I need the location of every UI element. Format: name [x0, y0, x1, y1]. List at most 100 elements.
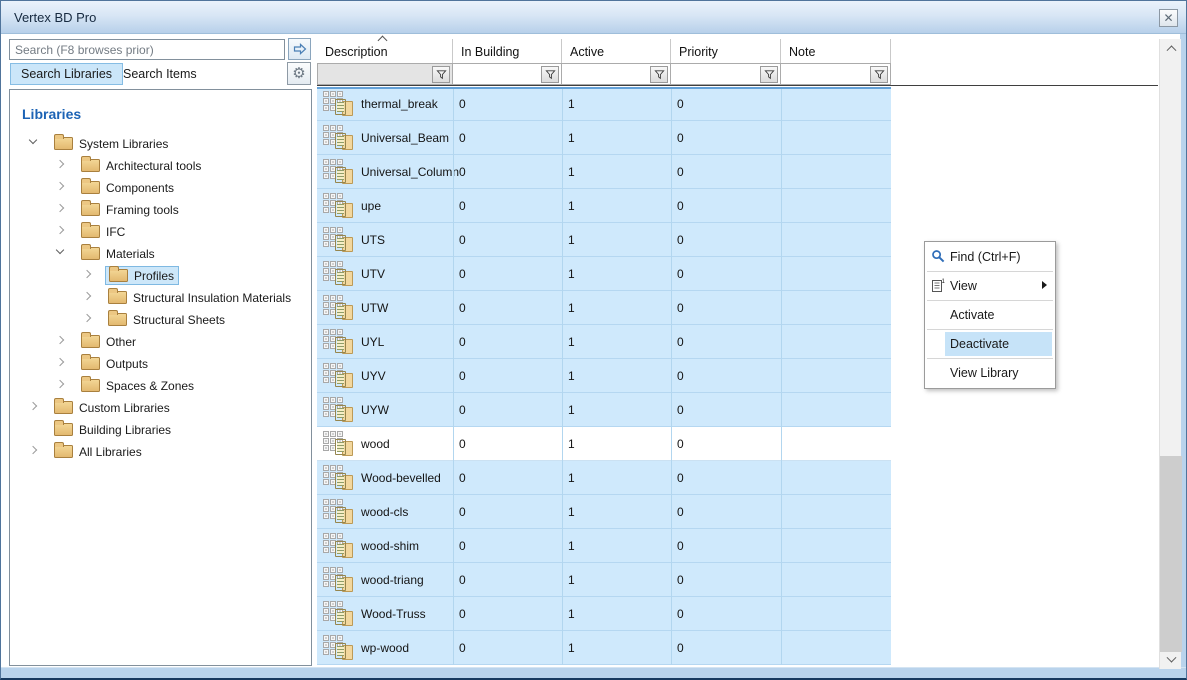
chevron-collapsed-icon[interactable] [83, 292, 91, 300]
sidebar-item-components[interactable]: Components [10, 176, 311, 198]
filter-button-active[interactable] [650, 66, 668, 83]
sidebar-item-architectural-tools[interactable]: Architectural tools [10, 154, 311, 176]
grid-square [323, 547, 329, 553]
scroll-up-icon[interactable] [1160, 39, 1182, 56]
sidebar-item-building-libraries[interactable]: Building Libraries [10, 418, 311, 440]
chevron-expanded-icon[interactable] [56, 246, 64, 254]
menu-item-find-ctrl-f[interactable]: Find (Ctrl+F) [925, 243, 1055, 271]
menu-item-view-library[interactable]: View Library [925, 359, 1055, 387]
chevron-collapsed-icon[interactable] [56, 226, 64, 234]
tree-node[interactable]: Components [78, 178, 178, 197]
filter-button-priority[interactable] [760, 66, 778, 83]
document-lines-icon [335, 167, 346, 183]
sidebar-item-all-libraries[interactable]: All Libraries [10, 440, 311, 462]
filter-button-in-building[interactable] [541, 66, 559, 83]
tree-node[interactable]: Structural Sheets [105, 310, 229, 329]
scrollbar-thumb[interactable] [1160, 456, 1182, 652]
column-header-active[interactable]: Active [562, 39, 671, 63]
sidebar-item-outputs[interactable]: Outputs [10, 352, 311, 374]
grid-square [330, 499, 336, 505]
tree-node[interactable]: Framing tools [78, 200, 183, 219]
vertical-scrollbar[interactable] [1159, 39, 1181, 669]
column-header-in-building[interactable]: In Building [453, 39, 562, 63]
close-icon[interactable]: ✕ [1159, 9, 1178, 27]
table-row-wp-wood[interactable]: wp-wood010 [317, 631, 891, 665]
sidebar-item-framing-tools[interactable]: Framing tools [10, 198, 311, 220]
sidebar-item-spaces-zones[interactable]: Spaces & Zones [10, 374, 311, 396]
table-row-wood[interactable]: wood010 [317, 427, 891, 461]
table-row-uyw[interactable]: UYW010 [317, 393, 891, 427]
menu-item-view[interactable]: 1View [925, 272, 1055, 300]
chevron-collapsed-icon[interactable] [56, 182, 64, 190]
tree-node[interactable]: All Libraries [51, 442, 146, 461]
chevron-expanded-icon[interactable] [29, 136, 37, 144]
column-header-priority[interactable]: Priority [671, 39, 781, 63]
column-header-label: Priority [679, 45, 718, 59]
table-row-wood-bevelled[interactable]: Wood-bevelled010 [317, 461, 891, 495]
chevron-collapsed-icon[interactable] [29, 402, 37, 410]
table-row-uts[interactable]: UTS010 [317, 223, 891, 257]
menu-item-activate[interactable]: Activate [925, 301, 1055, 329]
filter-cell-priority[interactable] [671, 63, 781, 85]
table-row-utw[interactable]: UTW010 [317, 291, 891, 325]
tree-node[interactable]: Outputs [78, 354, 152, 373]
tree-node[interactable]: Spaces & Zones [78, 376, 198, 395]
table-row-uyl[interactable]: UYL010 [317, 325, 891, 359]
sidebar-item-label: Outputs [106, 357, 152, 371]
cell-priority: 0 [677, 199, 684, 213]
sidebar-item-profiles[interactable]: Profiles [10, 264, 311, 286]
column-header-description[interactable]: Description [317, 39, 453, 63]
profile-library-item-icon [323, 397, 355, 424]
chevron-collapsed-icon[interactable] [83, 314, 91, 322]
document-lines-icon [335, 201, 346, 217]
table-row-thermal-break[interactable]: thermal_break010 [317, 87, 891, 121]
tree-node[interactable]: System Libraries [51, 134, 172, 153]
filter-button-description[interactable] [432, 66, 450, 83]
menu-item-deactivate[interactable]: Deactivate [925, 330, 1055, 358]
chevron-collapsed-icon[interactable] [56, 160, 64, 168]
chevron-collapsed-icon[interactable] [56, 336, 64, 344]
table-row-wood-cls[interactable]: wood-cls010 [317, 495, 891, 529]
filter-cell-description[interactable] [317, 63, 453, 85]
sidebar-item-structural-sheets[interactable]: Structural Sheets [10, 308, 311, 330]
chevron-collapsed-icon[interactable] [83, 270, 91, 278]
tree-node[interactable]: Profiles [105, 266, 179, 285]
chevron-collapsed-icon[interactable] [56, 380, 64, 388]
table-row-wood-triang[interactable]: wood-triang010 [317, 563, 891, 597]
tree-node[interactable]: Architectural tools [78, 156, 205, 175]
tree-node[interactable]: Building Libraries [51, 420, 175, 439]
filter-button-note[interactable] [870, 66, 888, 83]
table-row-upe[interactable]: upe010 [317, 189, 891, 223]
filter-cell-in-building[interactable] [453, 63, 562, 85]
tree-node[interactable]: Materials [78, 244, 159, 263]
search-go-button[interactable] [288, 38, 311, 60]
table-row-wood-truss[interactable]: Wood-Truss010 [317, 597, 891, 631]
filter-cell-note[interactable] [781, 63, 891, 85]
column-header-note[interactable]: Note [781, 39, 891, 63]
tree-node[interactable]: Structural Insulation Materials [105, 288, 295, 307]
tree-node[interactable]: Other [78, 332, 140, 351]
sidebar-item-custom-libraries[interactable]: Custom Libraries [10, 396, 311, 418]
sidebar-item-materials[interactable]: Materials [10, 242, 311, 264]
table-row-wood-shim[interactable]: wood-shim010 [317, 529, 891, 563]
tree-node[interactable]: Custom Libraries [51, 398, 174, 417]
chevron-collapsed-icon[interactable] [56, 358, 64, 366]
search-input[interactable] [9, 39, 285, 60]
scroll-down-icon[interactable] [1160, 652, 1182, 669]
sidebar-item-other[interactable]: Other [10, 330, 311, 352]
grid-square [323, 234, 329, 240]
sidebar-item-system-libraries[interactable]: System Libraries [10, 132, 311, 154]
table-row-universal-column[interactable]: Universal_Column010 [317, 155, 891, 189]
tab-search-items[interactable]: Search Items [113, 63, 207, 85]
sidebar-item-structural-insulation-materials[interactable]: Structural Insulation Materials [10, 286, 311, 308]
sidebar-item-ifc[interactable]: IFC [10, 220, 311, 242]
table-row-universal-beam[interactable]: Universal_Beam010 [317, 121, 891, 155]
chevron-collapsed-icon[interactable] [29, 446, 37, 454]
table-row-uyv[interactable]: UYV010 [317, 359, 891, 393]
table-row-utv[interactable]: UTV010 [317, 257, 891, 291]
tab-search-libraries[interactable]: Search Libraries [10, 63, 123, 85]
chevron-collapsed-icon[interactable] [56, 204, 64, 212]
gear-icon[interactable]: ⚙ [287, 62, 311, 85]
filter-cell-active[interactable] [562, 63, 671, 85]
tree-node[interactable]: IFC [78, 222, 129, 241]
